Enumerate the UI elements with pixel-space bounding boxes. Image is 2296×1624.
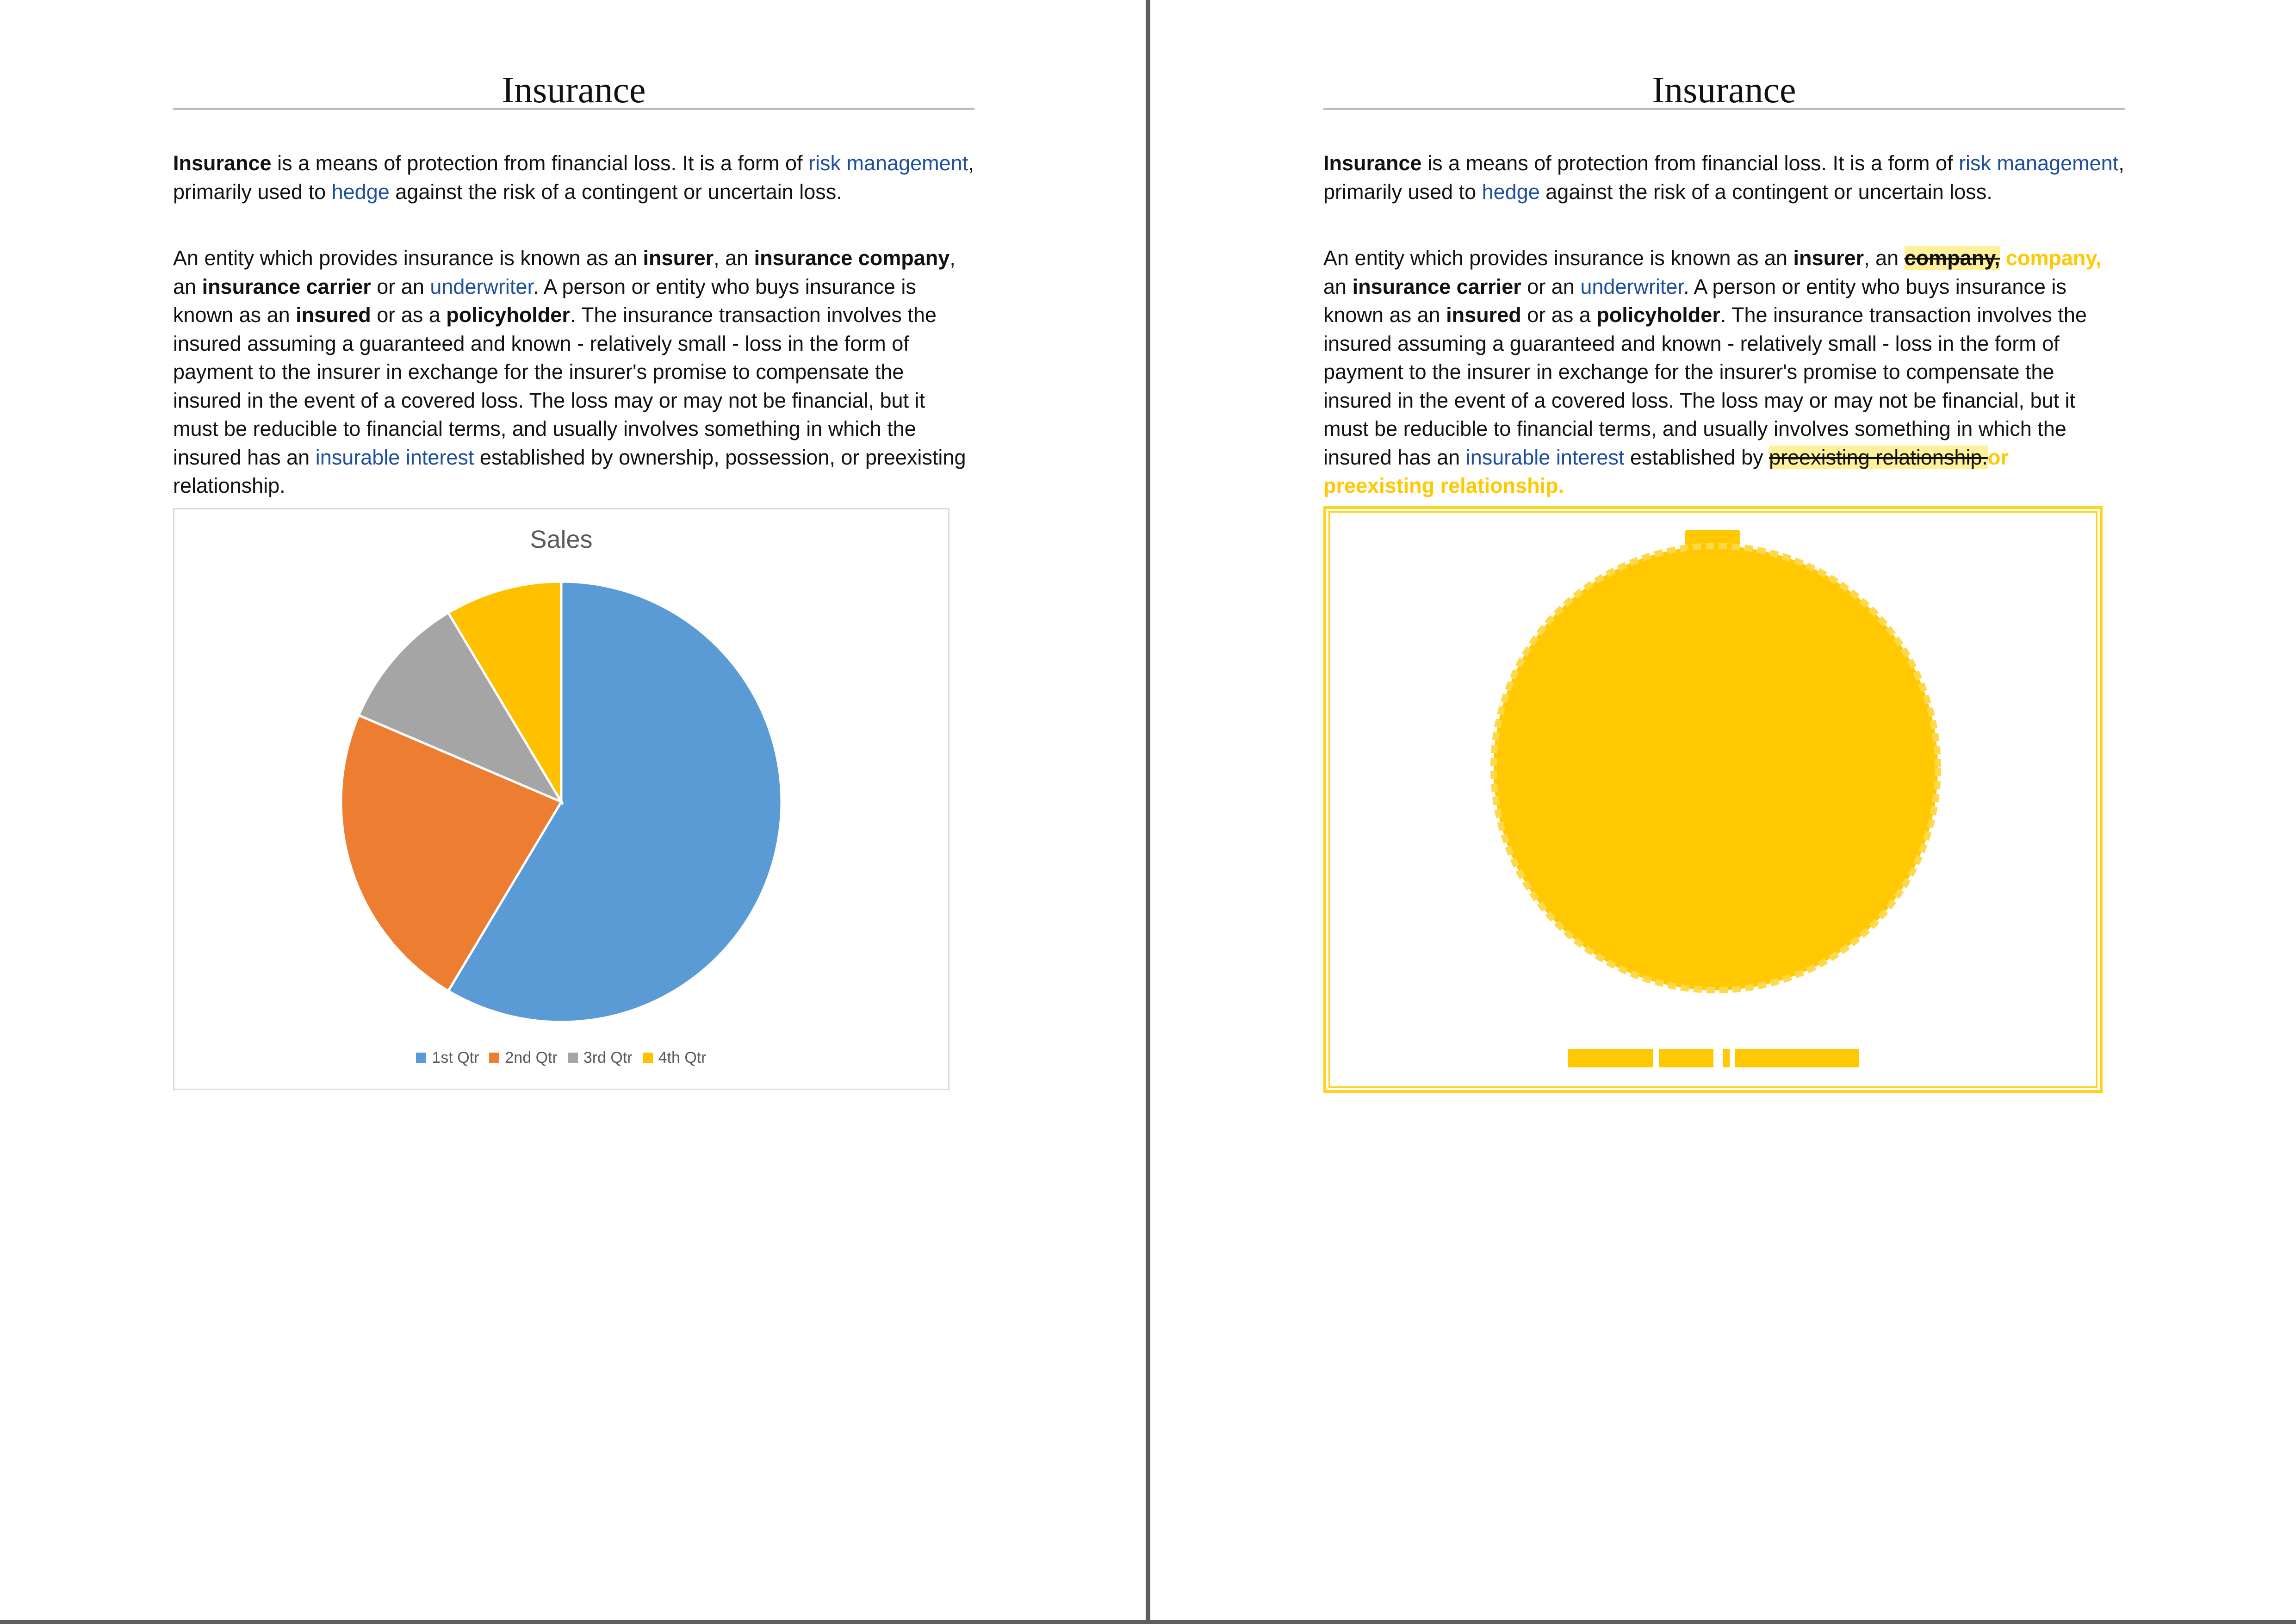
paragraph-text: , an: [714, 246, 754, 270]
paragraph-text: is a means of protection from financial …: [1421, 151, 1959, 175]
legend-label: 3rd Qtr: [583, 1049, 633, 1066]
link-hedge[interactable]: hedge: [332, 180, 390, 204]
title-underline: [1323, 108, 2125, 110]
title-underline: [173, 108, 974, 110]
changed-chart-legend-marker: [1568, 1049, 1859, 1067]
bold-term: Insurance: [173, 151, 272, 175]
bold-term: Insurance: [1323, 151, 1422, 175]
bold-term: insurance company: [754, 246, 950, 270]
paragraph-text: is a means of protection from financial …: [271, 151, 809, 175]
bold-term: policyholder: [446, 303, 570, 327]
paragraph-1: Insurance is a means of protection from …: [1323, 149, 2125, 206]
legend-label: 2nd Qtr: [505, 1049, 558, 1066]
legend-item-2nd-qtr: 2nd Qtr: [489, 1048, 558, 1068]
legend-label: 1st Qtr: [432, 1049, 479, 1066]
bold-term: policyholder: [1596, 303, 1720, 327]
inserted-text[interactable]: company,: [2000, 246, 2102, 270]
paragraph-2: An entity which provides insurance is kn…: [1323, 244, 2125, 500]
deleted-text[interactable]: preexisting relationship.: [1769, 445, 1988, 469]
paragraph-text: against the risk of a contingent or unce…: [389, 180, 842, 204]
paragraph-text: . The insurance transaction involves the…: [1323, 303, 2087, 469]
deleted-text[interactable]: company,: [1904, 246, 2000, 270]
right-document-pane[interactable]: Insurance Insurance is a means of protec…: [1150, 0, 2296, 1624]
paragraph-text: or as a: [1521, 303, 1597, 327]
paragraph-text: , an: [1864, 246, 1905, 270]
bold-term: insurer: [1793, 246, 1864, 270]
paragraph-text: An entity which provides insurance is kn…: [173, 246, 643, 270]
paragraph-1: Insurance is a means of protection from …: [173, 149, 974, 206]
paragraph-text: . The insurance transaction involves the…: [173, 303, 937, 469]
bold-term: insurance carrier: [1352, 274, 1521, 298]
paragraph-text: an: [1323, 274, 1353, 298]
legend-item-1st-qtr: 1st Qtr: [416, 1048, 479, 1068]
sales-pie-chart[interactable]: Sales 1st Qtr 2nd Qtr 3rd Qtr 4th Qtr: [173, 508, 949, 1090]
bold-term: insurance carrier: [202, 274, 371, 298]
link-underwriter[interactable]: underwriter: [1580, 275, 1683, 298]
link-underwriter[interactable]: underwriter: [430, 275, 533, 298]
bold-term: insured: [296, 303, 371, 327]
paragraph-text: An entity which provides insurance is kn…: [1323, 246, 1793, 270]
paragraph-text: established by: [1624, 445, 1769, 469]
link-hedge[interactable]: hedge: [1482, 180, 1540, 204]
changed-chart-placeholder[interactable]: [1323, 506, 2103, 1093]
chart-legend: 1st Qtr 2nd Qtr 3rd Qtr 4th Qtr: [174, 1048, 948, 1068]
bold-term: insured: [1446, 303, 1521, 327]
link-risk-management[interactable]: risk management: [808, 151, 968, 175]
link-insurable-interest[interactable]: insurable interest: [316, 446, 474, 469]
legend-item-3rd-qtr: 3rd Qtr: [567, 1048, 633, 1068]
legend-item-4th-qtr: 4th Qtr: [642, 1048, 707, 1068]
left-document-pane[interactable]: Insurance Insurance is a means of protec…: [0, 0, 1146, 1624]
link-insurable-interest[interactable]: insurable interest: [1466, 446, 1625, 469]
paragraph-text: against the risk of a contingent or unce…: [1539, 180, 1992, 204]
paragraph-text: or as a: [371, 303, 447, 327]
pane-divider[interactable]: [1146, 0, 1150, 1624]
window-bottom-border: [0, 1620, 2296, 1624]
bold-term: insurer: [643, 246, 714, 270]
legend-swatch: [416, 1053, 427, 1063]
legend-label: 4th Qtr: [658, 1049, 707, 1066]
legend-swatch: [489, 1053, 500, 1063]
pie-plot: [340, 580, 783, 1023]
legend-swatch: [567, 1053, 578, 1063]
changed-chart-graphic: [1490, 543, 1941, 993]
link-risk-management[interactable]: risk management: [1959, 151, 2118, 175]
paragraph-text: or an: [371, 274, 430, 298]
legend-swatch: [642, 1053, 653, 1063]
paragraph-text: or an: [1521, 274, 1581, 298]
paragraph-2: An entity which provides insurance is kn…: [173, 244, 974, 500]
